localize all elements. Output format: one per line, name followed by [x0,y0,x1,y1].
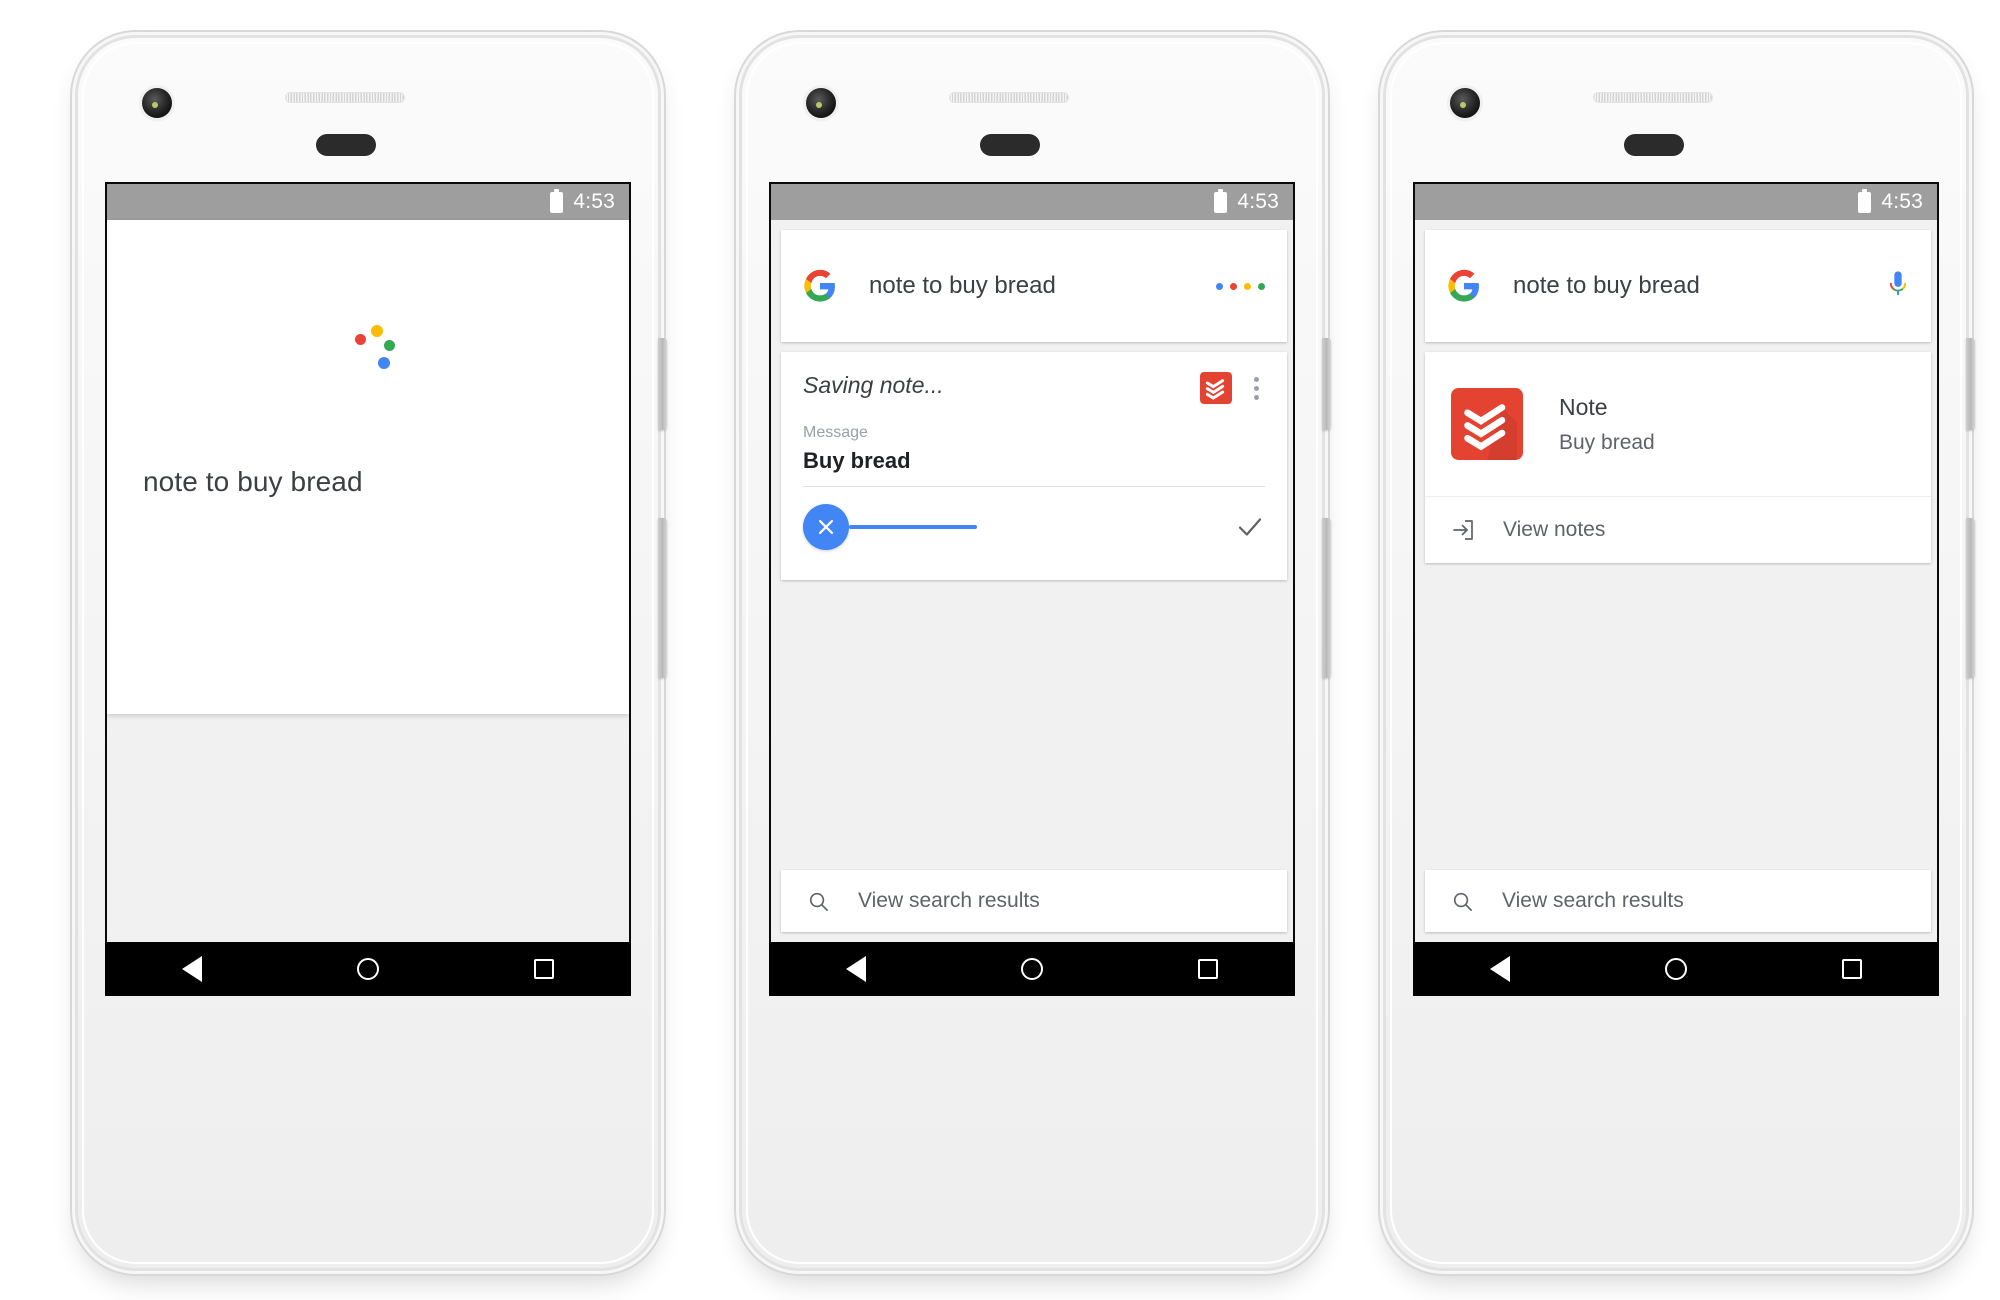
status-bar: 4:53 [1415,184,1937,220]
query-card[interactable]: note to buy bread [781,230,1287,342]
power-button[interactable] [658,338,667,430]
view-search-results-label: View search results [1502,889,1684,912]
nav-recents-button[interactable] [1841,959,1862,979]
nav-back-button[interactable] [1490,956,1511,982]
screenshot-canvas: 4:53 note to buy bread 4:53 note to buy … [0,0,2000,1300]
speaker-grille [949,92,1069,103]
assistant-transcript: note to buy bread [143,466,363,497]
google-g-logo-icon [1448,269,1479,302]
status-bar-clock: 4:53 [573,190,615,213]
front-camera-icon [142,88,172,118]
phone-screen-listening: 4:53 note to buy bread [105,182,631,942]
status-bar-clock: 4:53 [1237,190,1279,213]
power-button[interactable] [1322,338,1331,430]
speaker-grille [285,92,405,103]
volume-button[interactable] [1966,518,1975,678]
android-navigation-bar [769,942,1295,996]
google-assistant-dots-icon [355,320,401,369]
status-bar-clock: 4:53 [1881,190,1923,213]
view-notes-label: View notes [1503,518,1606,541]
nav-home-button[interactable] [356,958,379,980]
volume-button[interactable] [1322,518,1331,678]
search-icon [809,892,828,911]
nav-recents-button[interactable] [533,959,554,979]
power-button[interactable] [1966,338,1975,430]
earpiece-speaker [316,134,376,156]
nav-home-button[interactable] [1020,958,1043,980]
query-text: note to buy bread [869,272,1056,299]
front-camera-icon [1450,88,1480,118]
save-progress-bar [849,525,977,529]
confirm-check-icon[interactable] [1235,512,1265,542]
earpiece-speaker [1624,134,1684,156]
view-search-results-label: View search results [858,889,1040,912]
android-navigation-bar [105,942,631,996]
note-result-main[interactable]: Note Buy bread [1425,352,1931,496]
todoist-icon [1200,372,1232,404]
view-search-results-bar[interactable]: View search results [1425,870,1931,932]
saving-note-card: Saving note... Message Buy bread [781,352,1287,580]
phone-device-saving: 4:53 note to buy bread Saving note... Me… [742,38,1331,1268]
view-notes-action[interactable]: View notes [1425,497,1931,563]
battery-icon [550,188,564,213]
message-field-value[interactable]: Buy bread [803,448,1265,487]
note-result-title: Note [1559,393,1608,420]
query-text: note to buy bread [1513,272,1700,299]
speaker-grille [1593,92,1713,103]
phone-screen-saving: 4:53 note to buy bread Saving note... Me… [769,182,1295,942]
status-bar: 4:53 [107,184,629,220]
screen-body: note to buy bread [107,220,629,942]
screen-body: note to buy bread Saving note... Message… [771,220,1293,942]
screen-body: note to buy bread [1415,220,1937,942]
nav-back-button[interactable] [846,956,867,982]
phone-screen-result: 4:53 note to buy bread Note Buy bread Vi… [1413,182,1939,942]
battery-icon [1214,188,1228,213]
search-icon [1453,892,1472,911]
todoist-icon [1451,388,1523,460]
microphone-icon[interactable] [1887,270,1909,302]
note-card-actions [803,501,1265,553]
nav-home-button[interactable] [1664,958,1687,980]
earpiece-speaker [980,134,1040,156]
nav-back-button[interactable] [182,956,203,982]
loading-dots-icon [1216,282,1265,290]
close-icon [818,519,834,535]
kebab-menu-icon[interactable] [1248,375,1265,402]
phone-device-result: 4:53 note to buy bread Note Buy bread Vi… [1386,38,1975,1268]
phone-device-listening: 4:53 note to buy bread [78,38,667,1268]
nav-recents-button[interactable] [1197,959,1218,979]
assistant-sheet: note to buy bread [107,220,629,714]
battery-icon [1858,188,1872,213]
note-result-card: Note Buy bread View notes [1425,352,1931,563]
volume-button[interactable] [658,518,667,678]
cancel-button[interactable] [803,504,849,550]
note-card-header: Saving note... [803,372,1265,412]
saving-status-label: Saving note... [803,372,944,398]
message-field-label: Message [803,424,868,441]
view-search-results-bar[interactable]: View search results [781,870,1287,932]
status-bar: 4:53 [771,184,1293,220]
google-g-logo-icon [804,269,835,302]
open-in-app-icon [1453,520,1473,540]
note-result-subtitle: Buy bread [1559,430,1655,454]
front-camera-icon [806,88,836,118]
android-navigation-bar [1413,942,1939,996]
query-card[interactable]: note to buy bread [1425,230,1931,342]
